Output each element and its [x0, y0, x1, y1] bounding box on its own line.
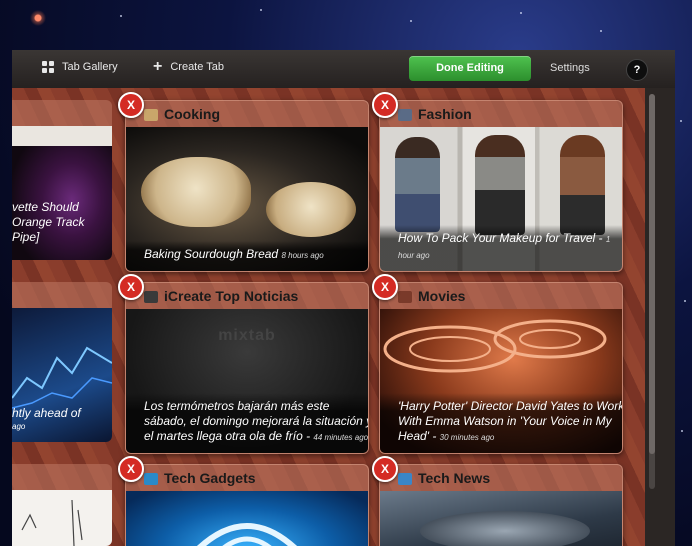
tile-header: Fashion [380, 101, 622, 127]
tab-gallery-label: Tab Gallery [62, 61, 118, 73]
scrollbar-thumb[interactable] [649, 94, 655, 454]
tab-board: vette Should Orange Track Pipe] htly ahe… [12, 88, 645, 546]
tile-caption: How To Pack Your Makeup for Travel - 1 h… [380, 225, 622, 271]
done-editing-button[interactable]: Done Editing [409, 56, 531, 81]
tile-cooking[interactable]: Cooking Baking Sourdough Bread 8 hours a… [125, 100, 369, 272]
help-button[interactable]: ? [626, 59, 648, 81]
tile-image: Baking Sourdough Bread 8 hours ago [126, 127, 368, 271]
scrollbar[interactable] [649, 94, 655, 489]
star [260, 9, 262, 11]
remove-tab-button[interactable]: X [372, 92, 398, 118]
cooking-icon [144, 109, 158, 121]
tile-movies[interactable]: Movies 'Harry Potter' Director David Yat… [379, 282, 623, 454]
bread-image [141, 157, 251, 227]
wifi-image [197, 523, 297, 546]
star [680, 120, 682, 122]
tile-image: mixtab Los termómetros bajarán más este … [126, 309, 368, 453]
bread-slice-image [266, 182, 356, 237]
tile-caption: 'Harry Potter' Director David Yates to W… [380, 393, 622, 453]
app-window: Tab Gallery + Create Tab Done Editing Se… [12, 50, 675, 546]
tile-title: Movies [418, 288, 466, 304]
tile-header: Tech Gadgets [126, 465, 368, 491]
tile-title: iCreate Top Noticias [164, 288, 299, 304]
star [520, 12, 522, 14]
tile-icreate-top-noticias[interactable]: iCreate Top Noticias mixtab Los termómet… [125, 282, 369, 454]
star [681, 430, 683, 432]
remove-tab-button[interactable]: X [118, 92, 144, 118]
gadgets-icon [144, 473, 158, 485]
create-tab-button[interactable]: + Create Tab [153, 58, 224, 75]
plus-icon: + [153, 58, 163, 75]
model-image [395, 137, 440, 232]
grid-icon [42, 61, 54, 73]
model-image [475, 135, 525, 235]
tile-tech-news[interactable]: Tech News [379, 464, 623, 546]
partial-caption: vette Should Orange Track Pipe] [12, 200, 85, 244]
tech-news-icon [398, 473, 412, 485]
building-image [420, 511, 590, 546]
fashion-icon [398, 109, 412, 121]
tile-caption: Baking Sourdough Bread 8 hours ago [126, 241, 368, 271]
tile-image [380, 491, 622, 546]
settings-link[interactable]: Settings [550, 62, 590, 74]
model-image [560, 135, 605, 235]
tile-image [12, 490, 112, 546]
tile-header: Tech News [380, 465, 622, 491]
remove-tab-button[interactable]: X [372, 456, 398, 482]
tile-header: iCreate Top Noticias [126, 283, 368, 309]
toolbar: Tab Gallery + Create Tab Done Editing Se… [12, 50, 675, 89]
remove-tab-button[interactable]: X [118, 456, 144, 482]
tile-caption: Los termómetros bajarán más este sábado,… [126, 393, 368, 453]
tile-image-strip [12, 126, 112, 146]
tile-title: Fashion [418, 106, 472, 122]
tile-title: Tech News [418, 470, 491, 486]
partial-caption: htly ahead of ago [12, 406, 81, 431]
news-icon [144, 291, 158, 303]
tile-header: Cooking [126, 101, 368, 127]
partial-tile-left-mid[interactable]: htly ahead of ago [12, 282, 112, 442]
star [410, 20, 412, 22]
star [600, 30, 602, 32]
star [684, 300, 686, 302]
remove-tab-button[interactable]: X [372, 274, 398, 300]
tile-tech-gadgets[interactable]: Tech Gadgets [125, 464, 369, 546]
remove-tab-button[interactable]: X [118, 274, 144, 300]
tile-header: Movies [380, 283, 622, 309]
tile-image: 'Harry Potter' Director David Yates to W… [380, 309, 622, 453]
sketch-image [21, 499, 83, 546]
tile-title: Tech Gadgets [164, 470, 256, 486]
partial-tile-left-top[interactable]: vette Should Orange Track Pipe] [12, 100, 112, 260]
star [120, 15, 122, 17]
movies-icon [398, 291, 412, 303]
tab-gallery-button[interactable]: Tab Gallery [42, 61, 118, 73]
partial-tile-left-bottom[interactable] [12, 464, 112, 546]
create-tab-label: Create Tab [170, 61, 224, 73]
tile-fashion[interactable]: Fashion How To Pack Your Makeup for Trav… [379, 100, 623, 272]
tile-image: How To Pack Your Makeup for Travel - 1 h… [380, 127, 622, 271]
tile-image [126, 491, 368, 546]
mixtab-watermark: mixtab [218, 327, 276, 344]
tile-title: Cooking [164, 106, 220, 122]
